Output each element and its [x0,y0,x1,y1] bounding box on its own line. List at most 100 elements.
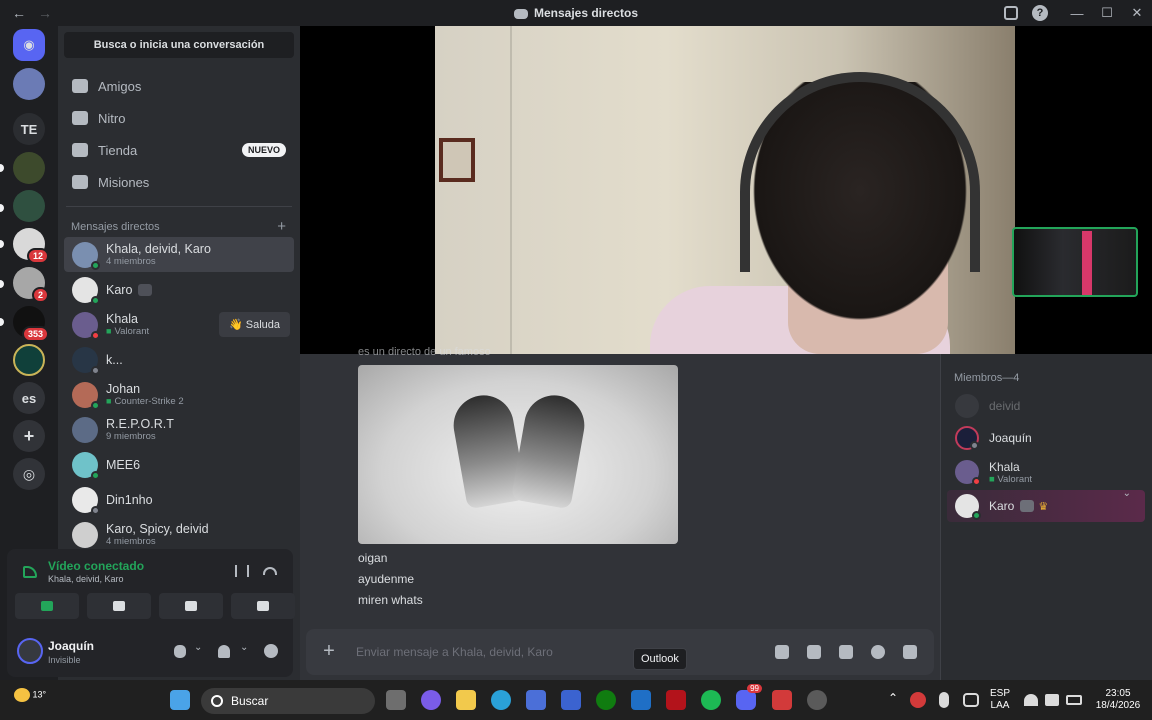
weather-icon [14,688,30,702]
disconnect-icon[interactable] [263,567,277,575]
avatar [955,394,979,418]
server-1[interactable] [13,152,45,184]
unread-pill [0,280,4,288]
taskbar-search[interactable]: Buscar [201,688,375,714]
app-icon[interactable] [807,690,827,710]
create-dm-icon[interactable]: + [277,219,286,234]
edge-icon[interactable] [491,690,511,710]
store-icon[interactable] [526,690,546,710]
member-item[interactable]: Karo ♛ ⌄ [947,488,1145,522]
chevron-down-icon[interactable]: ⌄ [1123,488,1131,499]
noise-suppression-icon[interactable] [235,565,249,577]
unread-pill [0,204,4,212]
language-indicator[interactable]: ESP LAA [990,688,1010,712]
nav-nitro[interactable]: Nitro [58,102,300,134]
server-2[interactable] [13,190,45,222]
server-6[interactable] [13,344,45,376]
microphone-tray-icon[interactable] [939,692,949,708]
start-button[interactable] [170,690,190,710]
tray-icon[interactable] [910,692,926,708]
close-button[interactable]: ✕ [1122,5,1152,21]
emoji-icon[interactable] [871,645,885,659]
nav-friends[interactable]: Amigos [58,70,300,102]
add-server-icon[interactable]: + [13,420,45,452]
task-view-icon[interactable] [386,690,406,710]
app-icon[interactable] [772,690,792,710]
search-conversation-button[interactable]: Busca o inicia una conversación [64,32,294,58]
member-item[interactable]: Joaquín [947,422,1145,454]
visual-studio-icon[interactable] [561,690,581,710]
xbox-icon[interactable] [596,690,616,710]
discord-taskbar-icon[interactable]: 99 [736,684,762,710]
tray-icon[interactable] [963,693,979,707]
dm-item[interactable]: Din1nho [64,482,294,517]
video-call-stage[interactable] [300,26,1152,354]
spotify-icon[interactable] [701,690,721,710]
home-button[interactable]: ◉ [13,29,45,61]
nav-shop[interactable]: Tienda NUEVO [58,134,300,166]
volume-icon[interactable] [1045,694,1059,706]
gif-icon[interactable] [807,645,821,659]
mention-badge: 2 [31,287,49,303]
dm-item[interactable]: Khala, deivid, Karo 4 miembros [64,237,294,272]
dm-item[interactable]: Khala ■ Valorant 👋 Saluda [64,307,294,342]
chevron-down-icon[interactable]: ⌄ [240,642,248,653]
dm-item[interactable]: k... [64,342,294,377]
clock[interactable]: 23:05 18/4/2026 [1090,688,1146,712]
server-avatar[interactable] [13,68,45,100]
message-input[interactable] [356,639,756,665]
signal-icon[interactable] [23,566,37,578]
maximize-button[interactable]: ☐ [1092,5,1122,21]
dm-item[interactable]: MEE6 [64,447,294,482]
activities-button[interactable] [159,593,223,619]
copilot-icon[interactable] [421,690,441,710]
nav-quests[interactable]: Misiones [58,166,300,198]
dm-item[interactable]: Karo, Spicy, deivid 4 miembros [64,517,294,552]
voice-channel[interactable]: Khala, deivid, Karo [48,574,124,584]
dm-item[interactable]: R.E.P.O.R.T 9 miembros [64,412,294,447]
server-5[interactable]: 353 [13,306,49,342]
shop-icon [72,143,88,157]
help-icon[interactable]: ? [1032,5,1048,21]
dm-item[interactable]: Karo [64,272,294,307]
voice-status[interactable]: Vídeo conectado [48,559,144,573]
chevron-up-icon[interactable]: ⌃ [888,692,898,704]
server-4[interactable]: 2 [13,267,49,303]
server-te[interactable]: TE [13,113,45,145]
member-item[interactable]: deivid [947,390,1145,422]
camera-button[interactable] [15,593,79,619]
username[interactable]: Joaquín [48,639,94,653]
avatar[interactable] [17,638,43,664]
gift-icon[interactable] [775,645,789,659]
microphone-icon[interactable] [174,645,186,658]
discover-icon[interactable]: ◎ [13,458,45,490]
self-video-tile[interactable] [1012,227,1138,297]
member-item[interactable]: Khala ■ Valorant [947,456,1145,488]
hand-right [510,390,590,510]
screen-share-button[interactable] [87,593,151,619]
soundboard-button[interactable] [231,593,295,619]
file-explorer-icon[interactable] [456,690,476,710]
settings-gear-icon[interactable] [264,644,278,658]
server-3[interactable]: 12 [13,228,49,264]
server-es[interactable]: es [13,382,45,414]
minimize-button[interactable]: — [1062,6,1092,21]
back-arrow-icon[interactable]: ← [12,5,26,21]
chevron-down-icon[interactable]: ⌄ [194,642,202,653]
wave-button[interactable]: 👋 Saluda [218,312,290,337]
valorant-icon[interactable] [666,690,686,710]
headphones-icon[interactable] [218,645,230,658]
forward-arrow-icon[interactable]: → [38,5,52,21]
apps-icon[interactable] [903,645,917,659]
sticker-icon[interactable] [839,645,853,659]
upload-plus-icon[interactable]: + [318,641,340,663]
wifi-icon[interactable] [1024,694,1038,706]
image-attachment[interactable] [358,365,678,544]
inbox-icon[interactable] [1004,6,1018,20]
weather-widget[interactable]: 13° [14,688,46,702]
dm-item[interactable]: Johan ■ Counter-Strike 2 [64,377,294,412]
screen-share-icon [113,601,125,611]
outlook-icon[interactable] [631,690,651,710]
divider [66,206,292,207]
battery-icon[interactable] [1066,695,1082,705]
